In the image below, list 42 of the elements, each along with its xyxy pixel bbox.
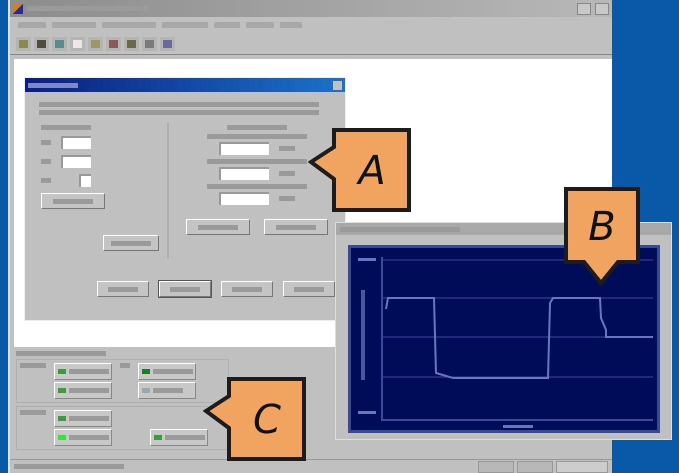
callout-label: C bbox=[203, 376, 307, 462]
input-field[interactable] bbox=[219, 142, 269, 155]
indicator-button[interactable] bbox=[138, 382, 196, 399]
close-button[interactable] bbox=[333, 80, 342, 90]
input-field[interactable] bbox=[61, 136, 91, 149]
blurred-text bbox=[279, 196, 295, 201]
blurred-text bbox=[20, 363, 46, 368]
dialog-button[interactable] bbox=[159, 281, 211, 297]
input-field[interactable] bbox=[61, 155, 91, 168]
indicator-button[interactable] bbox=[54, 382, 112, 399]
callout-label: A bbox=[308, 127, 412, 213]
blurred-text bbox=[279, 146, 295, 151]
close-button[interactable] bbox=[595, 2, 609, 14]
input-field[interactable] bbox=[79, 174, 91, 187]
blurred-text bbox=[279, 171, 295, 176]
blurred-text bbox=[120, 363, 130, 368]
blurred-text bbox=[41, 125, 91, 130]
blurred-text bbox=[20, 410, 46, 415]
blurred-text bbox=[41, 140, 51, 145]
dialog-button[interactable] bbox=[41, 193, 105, 209]
indicator-button[interactable] bbox=[150, 429, 208, 446]
blurred-text bbox=[28, 82, 78, 88]
axis-title bbox=[502, 425, 532, 428]
axis-tick-label bbox=[358, 411, 376, 414]
blurred-text bbox=[227, 125, 287, 130]
indicator-button[interactable] bbox=[54, 429, 112, 446]
dialog-button[interactable] bbox=[283, 281, 335, 297]
dialog-button[interactable] bbox=[186, 219, 250, 235]
blurred-text bbox=[41, 178, 51, 183]
input-field[interactable] bbox=[219, 192, 269, 205]
indicator-button[interactable] bbox=[54, 410, 112, 427]
minimize-button[interactable] bbox=[577, 2, 591, 14]
dialog-button[interactable] bbox=[97, 281, 149, 297]
indicator-button[interactable] bbox=[54, 363, 112, 380]
axis-tick-label bbox=[358, 258, 376, 261]
dialog-button[interactable] bbox=[221, 281, 273, 297]
blurred-text bbox=[41, 159, 51, 164]
app-icon bbox=[13, 4, 23, 14]
dialog-button[interactable] bbox=[103, 235, 159, 251]
input-field[interactable] bbox=[219, 167, 269, 180]
dialog-button[interactable] bbox=[264, 219, 328, 235]
indicator-button[interactable] bbox=[138, 363, 196, 380]
